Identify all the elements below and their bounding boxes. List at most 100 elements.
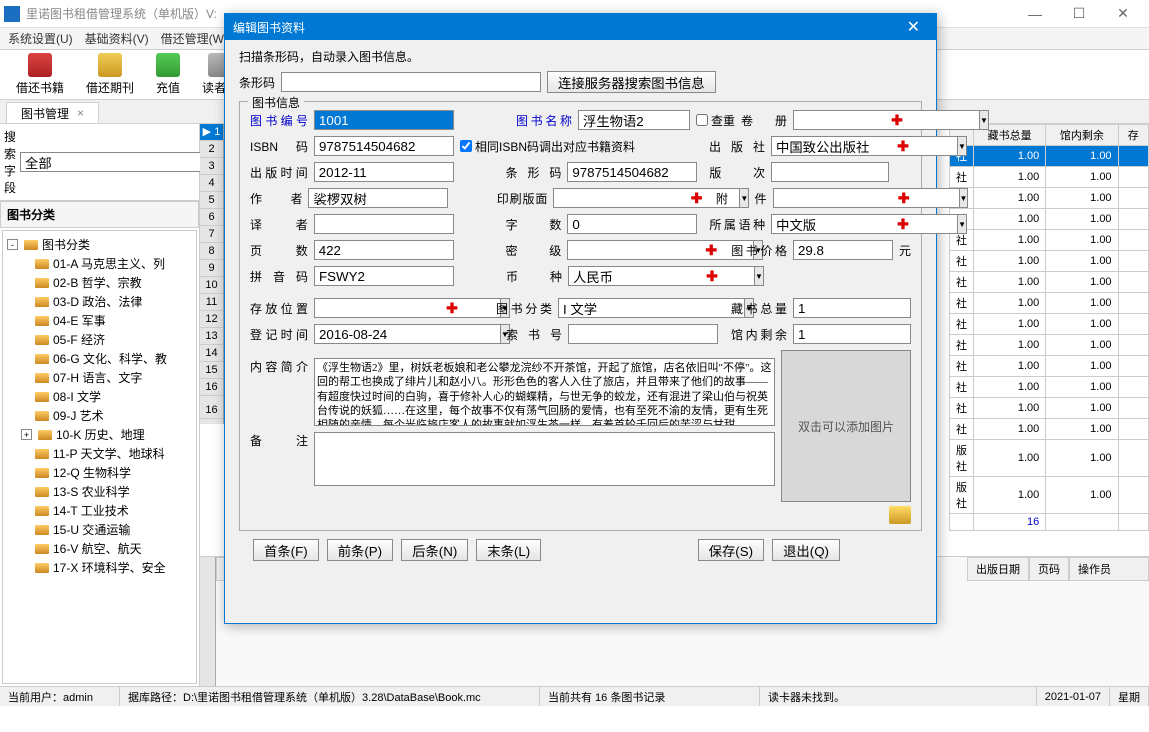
book-icon: [28, 53, 52, 77]
search-server-button[interactable]: 连接服务器搜索图书信息: [547, 71, 716, 93]
close-button[interactable]: ✕: [1101, 0, 1145, 28]
table-row[interactable]: 社1.001.00: [950, 314, 1149, 335]
dialog-close-button[interactable]: ✕: [899, 17, 928, 37]
edition-input[interactable]: [771, 162, 889, 182]
callno-input[interactable]: [568, 324, 718, 344]
remain-input[interactable]: [793, 324, 911, 344]
next-button[interactable]: 后条(N): [401, 539, 468, 561]
save-button[interactable]: 保存(S): [698, 539, 764, 561]
price-input[interactable]: [793, 240, 893, 260]
plus-icon[interactable]: ✚: [897, 190, 911, 206]
plus-icon[interactable]: ✚: [444, 300, 460, 316]
remark-textarea[interactable]: [314, 432, 775, 486]
table-row[interactable]: 社1.001.00: [950, 167, 1149, 188]
table-row[interactable]: 社1.001.00: [950, 188, 1149, 209]
wordcount-input[interactable]: [567, 214, 697, 234]
tree-item[interactable]: 15-U 交通运输: [7, 520, 192, 539]
tree-item[interactable]: 02-B 哲学、宗教: [7, 273, 192, 292]
plus-icon[interactable]: ✚: [889, 112, 905, 128]
volume-select[interactable]: ▼: [793, 110, 883, 130]
search-field-label: 搜索字段: [4, 128, 16, 196]
barcode-input[interactable]: [281, 72, 541, 92]
check-duplicate[interactable]: 查重: [696, 112, 735, 129]
tree-item[interactable]: 14-T 工业技术: [7, 501, 192, 520]
summary-textarea[interactable]: [314, 358, 775, 426]
table-row[interactable]: 社1.001.00: [950, 230, 1149, 251]
plus-icon[interactable]: ✚: [703, 242, 719, 258]
book-no-input[interactable]: [314, 110, 454, 130]
table-row[interactable]: 社1.001.00: [950, 272, 1149, 293]
tool-recharge[interactable]: 充值: [150, 51, 186, 98]
publisher-select[interactable]: ▼: [771, 136, 889, 156]
attach-select[interactable]: ▼: [773, 188, 891, 208]
table-row[interactable]: 社1.001.00: [950, 377, 1149, 398]
search-field-select[interactable]: ▼: [20, 152, 223, 172]
plus-icon[interactable]: ✚: [895, 138, 911, 154]
tree-item[interactable]: 05-F 经济: [7, 330, 192, 349]
menu-borrow[interactable]: 借还管理(W: [161, 30, 224, 47]
tree-item[interactable]: +10-K 历史、地理: [7, 425, 192, 444]
table-row[interactable]: 社1.001.00: [950, 335, 1149, 356]
table-row[interactable]: 社1.001.00: [950, 251, 1149, 272]
table-row[interactable]: 社1.001.00: [950, 398, 1149, 419]
location-select[interactable]: ▼: [314, 298, 438, 318]
tab-close-icon[interactable]: ×: [77, 106, 84, 120]
translator-input[interactable]: [314, 214, 454, 234]
last-button[interactable]: 末条(L): [476, 539, 541, 561]
regdate-select[interactable]: ▼: [314, 324, 454, 344]
prev-button[interactable]: 前条(P): [327, 539, 393, 561]
table-row[interactable]: 版社1.001.00: [950, 477, 1149, 514]
quit-button[interactable]: 退出(Q): [772, 539, 840, 561]
table-row[interactable]: 社1.001.00: [950, 419, 1149, 440]
tool-borrow-periodical[interactable]: 借还期刊: [80, 51, 140, 98]
isbn-input[interactable]: [314, 136, 454, 156]
plus-icon[interactable]: ✚: [689, 190, 703, 206]
tree-item[interactable]: 13-S 农业科学: [7, 482, 192, 501]
tree-item[interactable]: 07-H 语言、文字: [7, 368, 192, 387]
barcode-label: 条形码: [239, 74, 275, 91]
pinyin-input[interactable]: [314, 266, 454, 286]
tree-item[interactable]: 09-J 艺术: [7, 406, 192, 425]
plus-icon[interactable]: ✚: [895, 216, 911, 232]
tree-item[interactable]: 04-E 军事: [7, 311, 192, 330]
tree-item[interactable]: 08-I 文学: [7, 387, 192, 406]
pubdate-input[interactable]: [314, 162, 454, 182]
tree-item[interactable]: 03-D 政治、法律: [7, 292, 192, 311]
tool-borrow-book[interactable]: 借还书籍: [10, 51, 70, 98]
first-button[interactable]: 首条(F): [253, 539, 319, 561]
plus-icon[interactable]: ✚: [704, 268, 720, 284]
author-input[interactable]: [308, 188, 448, 208]
tree-item[interactable]: 06-G 文化、科学、教: [7, 349, 192, 368]
category-tree[interactable]: -图书分类 01-A 马克思主义、列02-B 哲学、宗教03-D 政治、法律04…: [2, 230, 197, 684]
barcode2-input[interactable]: [567, 162, 697, 182]
menu-system[interactable]: 系统设置(U): [8, 30, 73, 47]
table-row[interactable]: 社1.001.00: [950, 293, 1149, 314]
total-input[interactable]: [793, 298, 911, 318]
browse-image-icon[interactable]: [889, 506, 911, 524]
secret-select[interactable]: ▼: [567, 240, 697, 260]
image-placeholder[interactable]: 双击可以添加图片: [781, 350, 911, 502]
table-row[interactable]: 社1.001.00: [950, 356, 1149, 377]
tree-item[interactable]: 01-A 马克思主义、列: [7, 254, 192, 273]
same-isbn-check[interactable]: 相同ISBN码调出对应书籍资料: [460, 138, 635, 155]
table-row[interactable]: 社1.001.00: [950, 209, 1149, 230]
tree-item[interactable]: 11-P 天文学、地球科: [7, 444, 192, 463]
maximize-button[interactable]: ☐: [1057, 0, 1101, 28]
tree-collapse-icon[interactable]: -: [7, 239, 18, 250]
language-select[interactable]: ▼: [771, 214, 889, 234]
currency-select[interactable]: ▼: [568, 266, 698, 286]
printside-select[interactable]: ▼: [553, 188, 683, 208]
menu-basic[interactable]: 基础资料(V): [85, 30, 149, 47]
table-row[interactable]: 社1.001.00: [950, 146, 1149, 167]
tree-item[interactable]: 16-V 航空、航天: [7, 539, 192, 558]
book-name-input[interactable]: [578, 110, 690, 130]
tree-item[interactable]: 12-Q 生物科学: [7, 463, 192, 482]
status-user: 当前用户：admin: [0, 687, 120, 706]
category-header: 图书分类: [0, 201, 199, 228]
table-row[interactable]: 版社1.001.00: [950, 440, 1149, 477]
pages-input[interactable]: [314, 240, 454, 260]
category-select[interactable]: ▼: [558, 298, 708, 318]
tree-item[interactable]: 17-X 环境科学、安全: [7, 558, 192, 577]
minimize-button[interactable]: —: [1013, 0, 1057, 28]
tab-book-mgmt[interactable]: 图书管理 ×: [6, 102, 99, 123]
